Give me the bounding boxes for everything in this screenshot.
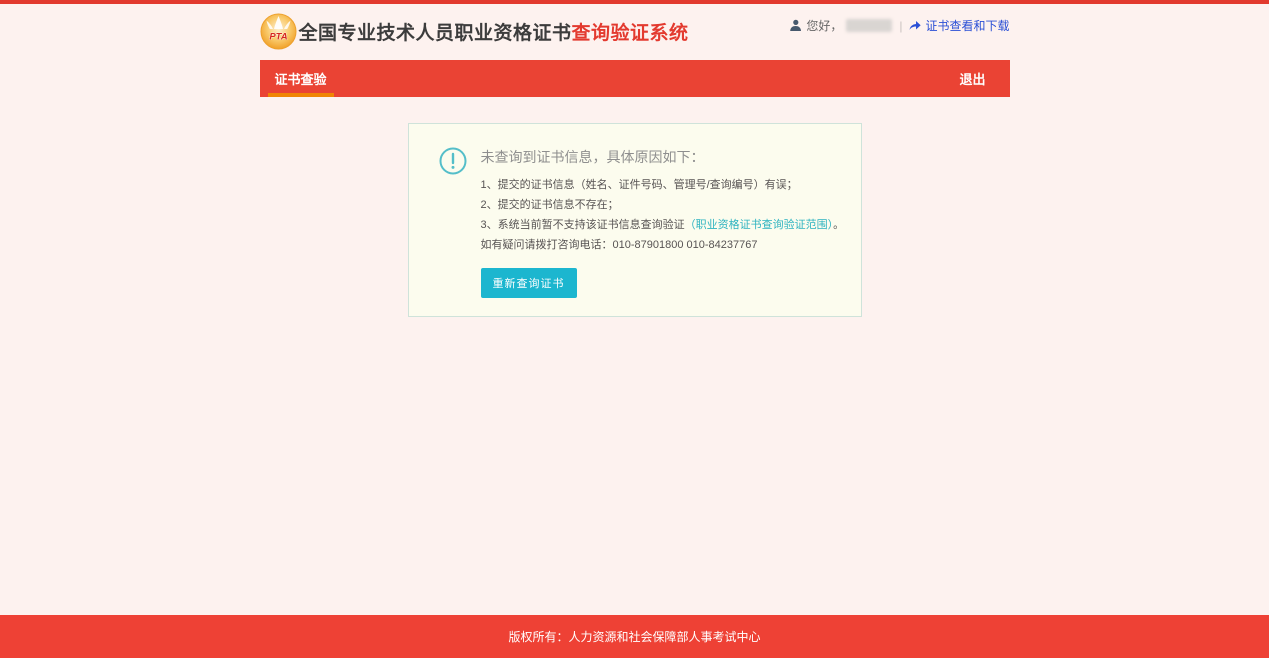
alert-title: 未查询到证书信息，具体原因如下： — [481, 146, 845, 168]
pta-logo-icon: PTA — [260, 13, 297, 50]
view-download-link[interactable]: 证书查看和下载 — [909, 17, 1009, 34]
site-title-main: 全国专业技术人员职业资格证书 — [299, 23, 572, 44]
active-tab-underline — [268, 93, 334, 97]
alert-reason-3: 3、系统当前暂不支持该证书信息查询验证（职业资格证书查询验证范围）。 — [481, 215, 845, 235]
greeting-text: 您好， — [806, 17, 842, 34]
main-content: 未查询到证书信息，具体原因如下： 1、提交的证书信息（姓名、证件号码、管理号/查… — [0, 123, 1269, 641]
view-download-label: 证书查看和下载 — [925, 17, 1009, 34]
alert-reason-3-suffix: 。 — [833, 219, 844, 231]
site-title-accent: 查询验证系统 — [572, 23, 689, 44]
main-navbar: 证书查验 退出 — [260, 60, 1010, 97]
share-arrow-icon — [909, 20, 921, 32]
alert-reason-2: 2、提交的证书信息不存在； — [481, 195, 845, 215]
requery-certificate-button[interactable]: 重新查询证书 — [481, 268, 577, 298]
phone-line: 如有疑问请拨打咨询电话：010-87901800 010-84237767 — [481, 235, 845, 255]
redacted-username — [846, 19, 892, 32]
pta-logo-text: PTA — [269, 32, 287, 43]
logout-label: 退出 — [959, 72, 985, 87]
logout-button[interactable]: 退出 — [959, 69, 1009, 88]
scope-link[interactable]: （职业资格证书查询验证范围） — [685, 219, 834, 231]
exclamation-circle-icon — [439, 147, 467, 304]
tab-certificate-check[interactable]: 证书查验 — [268, 60, 334, 97]
alert-reason-3-text: 3、系统当前暂不支持该证书信息查询验证 — [481, 219, 685, 231]
user-links: 您好， | 证书查看和下载 — [789, 17, 1009, 34]
separator: | — [899, 19, 902, 33]
user-icon — [789, 19, 802, 32]
header: PTA 全国专业技术人员职业资格证书查询验证系统 您好， | 证书查看和下载 — [260, 4, 1010, 60]
footer: 版权所有：人力资源和社会保障部人事考试中心 — [0, 615, 1269, 658]
copyright-text: 版权所有：人力资源和社会保障部人事考试中心 — [508, 628, 760, 645]
site-title: 全国专业技术人员职业资格证书查询验证系统 — [299, 18, 689, 45]
tab-certificate-check-label: 证书查验 — [275, 69, 327, 88]
alert-reason-1: 1、提交的证书信息（姓名、证件号码、管理号/查询编号）有误； — [481, 175, 845, 195]
alert-box: 未查询到证书信息，具体原因如下： 1、提交的证书信息（姓名、证件号码、管理号/查… — [408, 123, 862, 317]
alert-content: 未查询到证书信息，具体原因如下： 1、提交的证书信息（姓名、证件号码、管理号/查… — [481, 146, 845, 304]
